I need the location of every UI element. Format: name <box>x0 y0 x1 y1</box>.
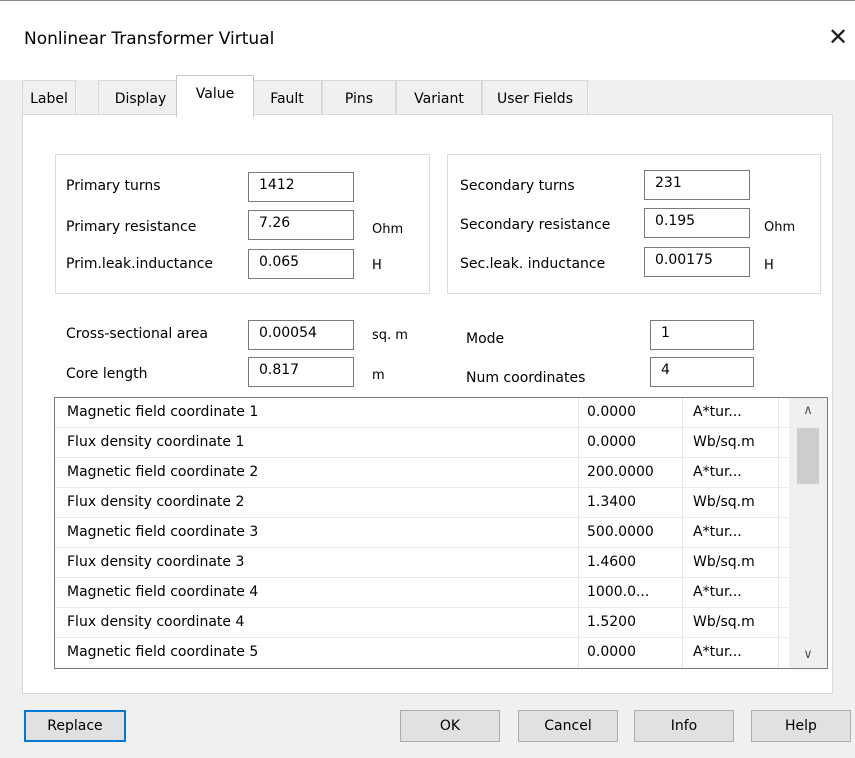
coordinate-value[interactable]: 1000.0... <box>587 578 655 608</box>
coordinate-value[interactable]: 1.3400 <box>587 488 655 518</box>
secondary-leak-inductance-input[interactable]: 0.00175 <box>644 247 750 277</box>
coordinate-name: Magnetic field coordinate 2 <box>67 464 259 480</box>
coordinate-value[interactable]: 500.0000 <box>587 518 655 548</box>
coordinate-value[interactable]: 1.5200 <box>587 608 655 638</box>
coordinate-unit: Wb/sq.m <box>693 554 755 570</box>
table-row[interactable]: Magnetic field coordinate 3 500.0000 A*t… <box>55 518 789 548</box>
table-row[interactable]: Flux density coordinate 3 1.4600 Wb/sq.m <box>55 548 789 578</box>
mode-input[interactable]: 1 <box>650 320 754 350</box>
num-coordinates-input[interactable]: 4 <box>650 357 754 387</box>
tab-user-fields[interactable]: User Fields <box>482 80 588 116</box>
core-length-input[interactable]: 0.817 <box>248 357 354 387</box>
secondary-turns-input[interactable]: 231 <box>644 170 750 200</box>
secondary-leak-inductance-label: Sec.leak. inductance <box>460 256 606 272</box>
primary-leak-inductance-label: Prim.leak.inductance <box>66 256 214 272</box>
coordinate-value[interactable]: 0.0000 <box>587 428 655 458</box>
scroll-down-icon[interactable]: ∨ <box>789 642 827 668</box>
coordinate-unit: Wb/sq.m <box>693 494 755 510</box>
mode-label: Mode <box>466 331 505 347</box>
coordinate-value[interactable]: 0.0000 <box>587 398 655 428</box>
cross-sectional-area-label: Cross-sectional area <box>66 326 208 342</box>
primary-turns-input[interactable]: 1412 <box>248 172 354 202</box>
coordinate-unit: A*tur... <box>693 524 742 540</box>
coordinate-value[interactable]: 0.0000 <box>587 638 655 668</box>
cancel-button[interactable]: Cancel <box>518 710 618 742</box>
primary-leak-inductance-unit: H <box>372 258 382 273</box>
table-row[interactable]: Magnetic field coordinate 1 0.0000 A*tur… <box>55 398 789 428</box>
table-row[interactable]: Magnetic field coordinate 5 0.0000 A*tur… <box>55 638 789 668</box>
coordinate-name: Magnetic field coordinate 1 <box>67 404 259 420</box>
secondary-leak-inductance-unit: H <box>764 258 774 273</box>
primary-leak-inductance-input[interactable]: 0.065 <box>248 249 354 279</box>
table-row[interactable]: Magnetic field coordinate 2 200.0000 A*t… <box>55 458 789 488</box>
primary-resistance-label: Primary resistance <box>66 219 197 235</box>
window-title: Nonlinear Transformer Virtual <box>24 29 275 49</box>
coordinate-name: Flux density coordinate 2 <box>67 494 245 510</box>
primary-resistance-input[interactable]: 7.26 <box>248 210 354 240</box>
scrollbar-thumb[interactable] <box>797 428 819 484</box>
secondary-resistance-unit: Ohm <box>764 220 796 235</box>
core-length-unit: m <box>372 368 385 383</box>
ok-button[interactable]: OK <box>400 710 500 742</box>
coordinate-value[interactable]: 1.4600 <box>587 548 655 578</box>
tab-fault[interactable]: Fault <box>252 80 322 116</box>
tab-variant[interactable]: Variant <box>396 80 482 116</box>
coordinate-unit: A*tur... <box>693 464 742 480</box>
tab-value[interactable]: Value <box>176 75 254 117</box>
table-row[interactable]: Flux density coordinate 1 0.0000 Wb/sq.m <box>55 428 789 458</box>
coordinate-name: Flux density coordinate 3 <box>67 554 245 570</box>
secondary-resistance-label: Secondary resistance <box>460 217 611 233</box>
cross-sectional-area-input[interactable]: 0.00054 <box>248 320 354 350</box>
coordinate-name: Flux density coordinate 1 <box>67 434 245 450</box>
coordinate-unit: A*tur... <box>693 404 742 420</box>
num-coordinates-label: Num coordinates <box>466 370 586 386</box>
tab-label[interactable]: Label <box>22 80 76 116</box>
info-button[interactable]: Info <box>634 710 734 742</box>
secondary-turns-label: Secondary turns <box>460 178 575 194</box>
table-row[interactable]: Flux density coordinate 2 1.3400 Wb/sq.m <box>55 488 789 518</box>
coordinate-value[interactable]: 200.0000 <box>587 458 655 488</box>
close-icon[interactable]: ✕ <box>824 23 852 51</box>
primary-turns-label: Primary turns <box>66 178 161 194</box>
replace-button[interactable]: Replace <box>24 710 126 742</box>
coordinate-unit: A*tur... <box>693 584 742 600</box>
coordinate-unit: A*tur... <box>693 644 742 660</box>
primary-resistance-unit: Ohm <box>372 222 404 237</box>
coordinate-unit: Wb/sq.m <box>693 614 755 630</box>
title-bar: Nonlinear Transformer Virtual ✕ <box>0 0 855 80</box>
vertical-scrollbar[interactable]: ∧ ∨ <box>789 398 827 668</box>
coordinates-table: Magnetic field coordinate 1 0.0000 A*tur… <box>54 397 828 669</box>
table-row[interactable]: Flux density coordinate 4 1.5200 Wb/sq.m <box>55 608 789 638</box>
cross-sectional-area-unit: sq. m <box>372 328 408 343</box>
coordinate-name: Magnetic field coordinate 5 <box>67 644 259 660</box>
core-length-label: Core length <box>66 366 148 382</box>
tab-pins[interactable]: Pins <box>322 80 396 116</box>
coordinate-name: Magnetic field coordinate 3 <box>67 524 259 540</box>
table-row[interactable]: Magnetic field coordinate 4 1000.0... A*… <box>55 578 789 608</box>
secondary-resistance-input[interactable]: 0.195 <box>644 208 750 238</box>
coordinate-unit: Wb/sq.m <box>693 434 755 450</box>
coordinate-name: Magnetic field coordinate 4 <box>67 584 259 600</box>
coordinate-name: Flux density coordinate 4 <box>67 614 245 630</box>
tab-display[interactable]: Display <box>98 80 183 116</box>
help-button[interactable]: Help <box>751 710 851 742</box>
scroll-up-icon[interactable]: ∧ <box>789 398 827 424</box>
